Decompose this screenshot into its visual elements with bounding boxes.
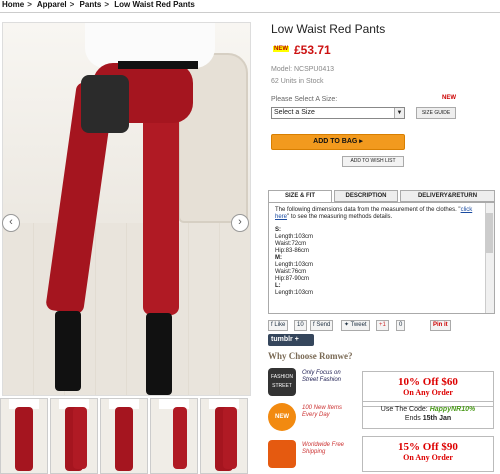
promo-code: HappyNR10%	[429, 406, 476, 413]
size-s-heading: S:	[275, 227, 281, 233]
tweet-button[interactable]: ✦ Tweet	[341, 320, 370, 331]
tab-description[interactable]: DESCRIPTION	[334, 190, 398, 202]
thumbnail[interactable]	[0, 398, 48, 474]
social-bar: f Like 10 f Send ✦ Tweet +1 0 Pin it	[268, 320, 500, 332]
thumbnail[interactable]	[50, 398, 98, 474]
feature-free-shipping: Worldwide Free Shipping	[268, 440, 358, 470]
size-l-heading: L:	[275, 283, 281, 289]
tab-delivery-return[interactable]: DELIVERY&RETURN	[400, 190, 495, 202]
intro-text: The following dimensions data from the m…	[275, 207, 457, 213]
size-select-value: Select a Size	[274, 109, 315, 116]
facebook-like-button[interactable]: f Like	[268, 320, 289, 331]
like-count: 10	[294, 320, 307, 331]
truck-icon	[268, 440, 296, 468]
size-m-hip: Hip:87-90cm	[275, 276, 310, 282]
size-m-waist: Waist:76cm	[275, 269, 307, 275]
breadcrumb-separator: >	[27, 0, 32, 9]
gplus-button[interactable]: +1	[376, 320, 389, 331]
product-model: Model: NCSPU0413	[271, 66, 335, 73]
outro-text: to see the measuring methods details.	[290, 214, 393, 220]
facebook-send-button[interactable]: f Send	[310, 320, 334, 331]
feature-new-items: NEW 100 New Items Every Day	[268, 403, 358, 433]
add-to-bag-button[interactable]: ADD TO BAG ▸	[271, 134, 405, 150]
chevron-down-icon: ▼	[394, 108, 404, 118]
code-label: Use The Code:	[380, 406, 428, 413]
why-heading: Why Choose Romwe?	[268, 351, 353, 361]
promo-subline: On Any Order	[403, 453, 453, 462]
breadcrumb-current: Low Waist Red Pants	[114, 0, 195, 9]
feature-text: Only Focus on Street Fashion	[302, 370, 342, 383]
send-label: Send	[316, 322, 331, 328]
size-s-waist: Waist:72cm	[275, 241, 307, 247]
scrollbar-thumb[interactable]	[486, 213, 493, 253]
pinit-button[interactable]: Pin it	[430, 320, 451, 331]
size-guide-button[interactable]: SIZE GUIDE	[416, 107, 456, 119]
product-price: £53.71	[294, 43, 331, 57]
ends-label: Ends	[404, 415, 421, 422]
breadcrumb-separator: >	[104, 0, 110, 9]
gplus-count: 0	[396, 320, 406, 331]
send-icon: f	[313, 322, 315, 328]
info-tabs: SIZE & FIT DESCRIPTION DELIVERY&RETURN	[268, 190, 495, 202]
feature-text: 100 New Items Every Day	[302, 405, 343, 418]
size-m-length: Length:103cm	[275, 262, 314, 268]
size-select[interactable]: Select a Size ▼	[271, 107, 405, 119]
new-badge: NEW	[273, 46, 289, 52]
feature-street-fashion: FASHION STREET Only Focus on Street Fash…	[268, 368, 358, 398]
thumbnail-strip	[0, 398, 251, 474]
feature-text: Worldwide Free Shipping	[302, 442, 345, 455]
promo-code-line: Use The Code: HappyNR10%	[363, 405, 493, 414]
size-new-tag: NEW	[442, 95, 456, 101]
next-image-arrow-icon[interactable]: ›	[231, 214, 249, 232]
thumbnail[interactable]	[150, 398, 198, 474]
new-items-icon: NEW	[268, 403, 296, 431]
promo-headline: 15% Off $90	[398, 441, 458, 453]
tweet-label: Tweet	[350, 322, 367, 328]
promo-code-box: Use The Code: HappyNR10% Ends 15th Jan	[362, 401, 494, 429]
model-belt	[118, 61, 198, 69]
breadcrumb-apparel[interactable]: Apparel	[37, 0, 67, 9]
ends-date: 15th Jan	[422, 415, 452, 422]
promo-headline: 10% Off $60	[398, 376, 458, 388]
size-l-length: Length:103cm	[275, 290, 314, 296]
tumblr-button[interactable]: tumblr +	[268, 334, 314, 346]
model-left-boot	[55, 311, 81, 391]
add-to-wishlist-button[interactable]: ADD TO WISH LIST	[342, 156, 404, 167]
photo-floor	[3, 223, 250, 395]
panel-scrollbar[interactable]	[485, 203, 494, 313]
thumbnail[interactable]	[100, 398, 148, 474]
size-m-heading: M:	[275, 255, 282, 261]
fashion-street-icon: FASHION STREET	[268, 368, 296, 396]
size-s-hip: Hip:83-86cm	[275, 248, 310, 254]
thumbnail[interactable]	[200, 398, 248, 474]
tab-size-fit[interactable]: SIZE & FIT	[268, 190, 332, 202]
size-fit-intro: The following dimensions data from the m…	[275, 207, 473, 220]
breadcrumb-pants[interactable]: Pants	[80, 0, 102, 9]
size-fit-panel: The following dimensions data from the m…	[268, 202, 495, 314]
breadcrumb-home[interactable]: Home	[2, 0, 24, 9]
promo-15-off[interactable]: 15% Off $90 On Any Order	[362, 436, 494, 472]
promo-subline: On Any Order	[403, 388, 453, 397]
product-title: Low Waist Red Pants	[271, 22, 386, 36]
like-label: Like	[274, 322, 286, 328]
breadcrumb-separator: >	[69, 0, 75, 9]
size-s-length: Length:103cm	[275, 234, 314, 240]
twitter-icon: ✦	[344, 322, 350, 328]
model-right-boot	[146, 313, 172, 395]
product-info: Low Waist Red Pants NEW £53.71 Model: NC…	[268, 0, 500, 474]
like-icon: f	[271, 322, 273, 328]
prev-image-arrow-icon[interactable]: ‹	[2, 214, 20, 232]
promo-ends-line: Ends 15th Jan	[363, 414, 493, 423]
product-photo[interactable]	[2, 22, 251, 396]
model-handbag	[81, 75, 129, 133]
size-label: Please Select A Size:	[271, 96, 338, 103]
stock-count: 62 Units in Stock	[271, 78, 324, 85]
